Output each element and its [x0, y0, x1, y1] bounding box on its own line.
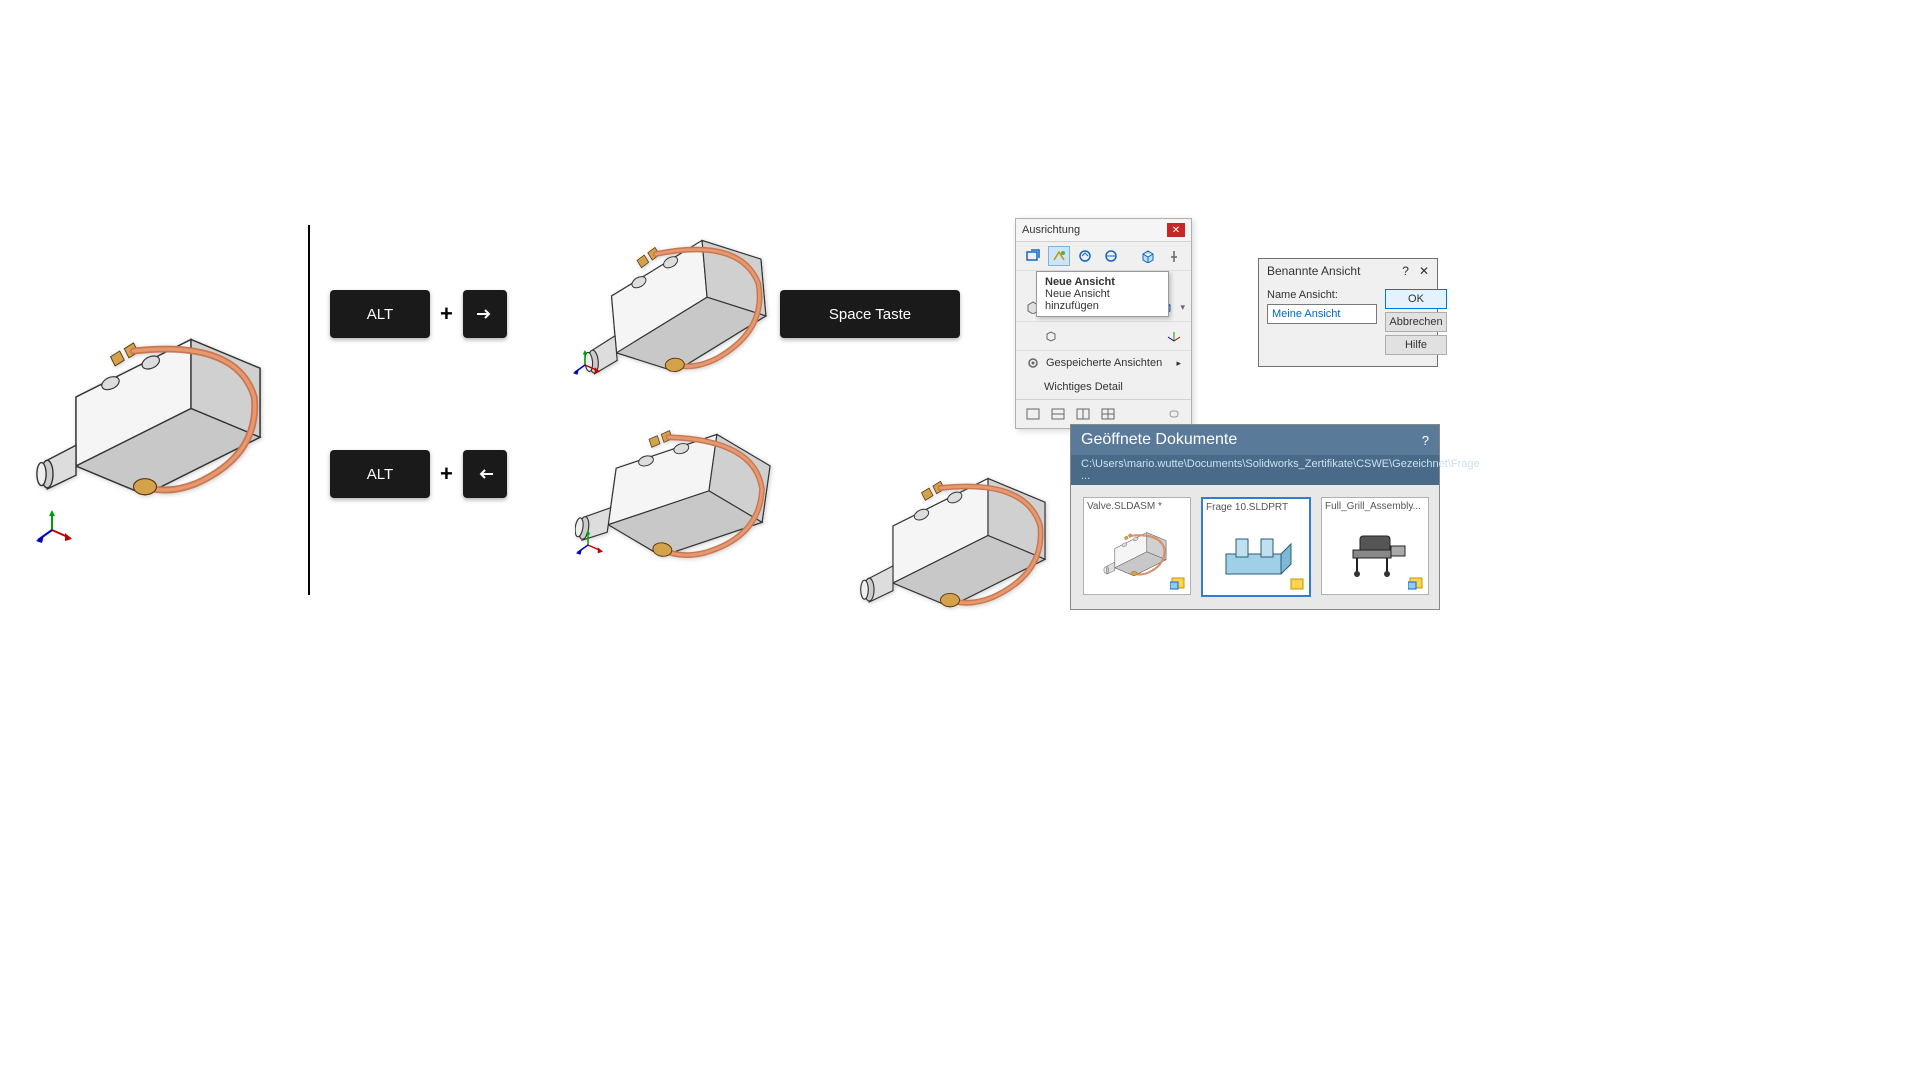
assembly-badge-icon [1408, 576, 1424, 590]
vertical-divider [308, 225, 310, 595]
ok-button[interactable]: OK [1385, 289, 1447, 309]
close-icon[interactable]: ✕ [1419, 264, 1429, 278]
thumb-label: Valve.SLDASM * [1087, 501, 1187, 512]
new-view-icon[interactable] [1048, 246, 1070, 266]
layout-2h-icon[interactable] [1047, 404, 1069, 424]
key-alt: ALT [330, 290, 430, 338]
key-arrow-right [463, 290, 507, 338]
thumb-label: Frage 10.SLDPRT [1206, 502, 1306, 513]
open-documents-header[interactable]: Geöffnete Dokumente ? [1071, 425, 1439, 455]
tooltip-subtitle: Neue Ansicht hinzufügen [1045, 288, 1160, 312]
view-name-input[interactable] [1267, 304, 1377, 324]
triad-icon [32, 510, 72, 550]
orientation-panel: Ausrichtung ✕ Neue Ansicht Neue Ansicht … [1015, 218, 1192, 429]
link-views-icon[interactable] [1163, 404, 1185, 424]
document-thumb-valve[interactable]: Valve.SLDASM * [1083, 497, 1191, 595]
named-view-dialog: Benannte Ansicht ? ✕ Name Ansicht: OK Ab… [1258, 258, 1438, 367]
triad-icon [570, 350, 610, 390]
view-icon-3[interactable] [1074, 246, 1096, 266]
tooltip-title: Neue Ansicht [1045, 276, 1160, 288]
model-view-extra [855, 450, 1075, 633]
document-thumbnails: Valve.SLDASM * Frage 10.SLDPRT Full_Gril… [1071, 485, 1439, 609]
assembly-badge-icon [1170, 576, 1186, 590]
triad-icon [573, 530, 613, 570]
layout-4-icon[interactable] [1097, 404, 1119, 424]
dialog-header[interactable]: Benannte Ansicht ? ✕ [1259, 259, 1437, 283]
pin-icon[interactable] [1163, 246, 1185, 266]
shortcut-space: Space Taste [780, 290, 960, 338]
orientation-header[interactable]: Ausrichtung ✕ [1016, 219, 1191, 242]
help-icon[interactable]: ? [1402, 264, 1409, 278]
open-documents-panel: Geöffnete Dokumente ? C:\Users\mario.wut… [1070, 424, 1440, 610]
saved-views-label: Gespeicherte Ansichten [1046, 357, 1162, 369]
thumb-label: Full_Grill_Assembly... [1325, 501, 1425, 512]
plus-icon: + [440, 301, 453, 327]
view-icon-1[interactable] [1022, 246, 1044, 266]
saved-views-menu[interactable]: Gespeicherte Ansichten ▸ [1016, 351, 1191, 375]
orientation-toolbar-1 [1016, 242, 1191, 271]
gear-icon [1026, 357, 1040, 369]
layout-single-icon[interactable] [1022, 404, 1044, 424]
part-badge-icon [1289, 577, 1305, 591]
document-thumb-frage10[interactable]: Frage 10.SLDPRT [1201, 497, 1311, 597]
important-detail-item[interactable]: Wichtiges Detail [1016, 375, 1191, 399]
cube-icon[interactable] [1137, 246, 1159, 266]
detail-label: Wichtiges Detail [1044, 381, 1123, 393]
dropdown-arrow-icon[interactable]: ▾ [1180, 302, 1185, 313]
help-button[interactable]: Hilfe [1385, 335, 1447, 355]
document-thumb-grill[interactable]: Full_Grill_Assembly... [1321, 497, 1429, 595]
name-label: Name Ansicht: [1267, 289, 1377, 301]
new-view-tooltip: Neue Ansicht Neue Ansicht hinzufügen [1036, 271, 1169, 317]
shortcut-alt-right: ALT + [330, 290, 507, 338]
open-documents-title: Geöffnete Dokumente [1081, 431, 1237, 449]
close-icon[interactable]: ✕ [1167, 223, 1185, 237]
layout-2v-icon[interactable] [1072, 404, 1094, 424]
help-icon[interactable]: ? [1422, 433, 1429, 448]
view-icon-4[interactable] [1100, 246, 1122, 266]
chevron-right-icon: ▸ [1176, 358, 1181, 369]
key-alt: ALT [330, 450, 430, 498]
shortcut-alt-left: ALT + [330, 450, 507, 498]
cube-small-icon[interactable] [1040, 326, 1062, 346]
plus-icon: + [440, 461, 453, 487]
key-arrow-left [463, 450, 507, 498]
document-path: C:\Users\mario.wutte\Documents\Solidwork… [1071, 455, 1439, 485]
cancel-button[interactable]: Abbrechen [1385, 312, 1447, 332]
model-view-reference [30, 305, 290, 528]
key-space: Space Taste [780, 290, 960, 338]
orientation-title: Ausrichtung [1022, 224, 1080, 236]
axis-icon[interactable] [1163, 326, 1185, 346]
dialog-title: Benannte Ansicht [1267, 264, 1360, 278]
orientation-toolbar-3 [1016, 322, 1191, 351]
